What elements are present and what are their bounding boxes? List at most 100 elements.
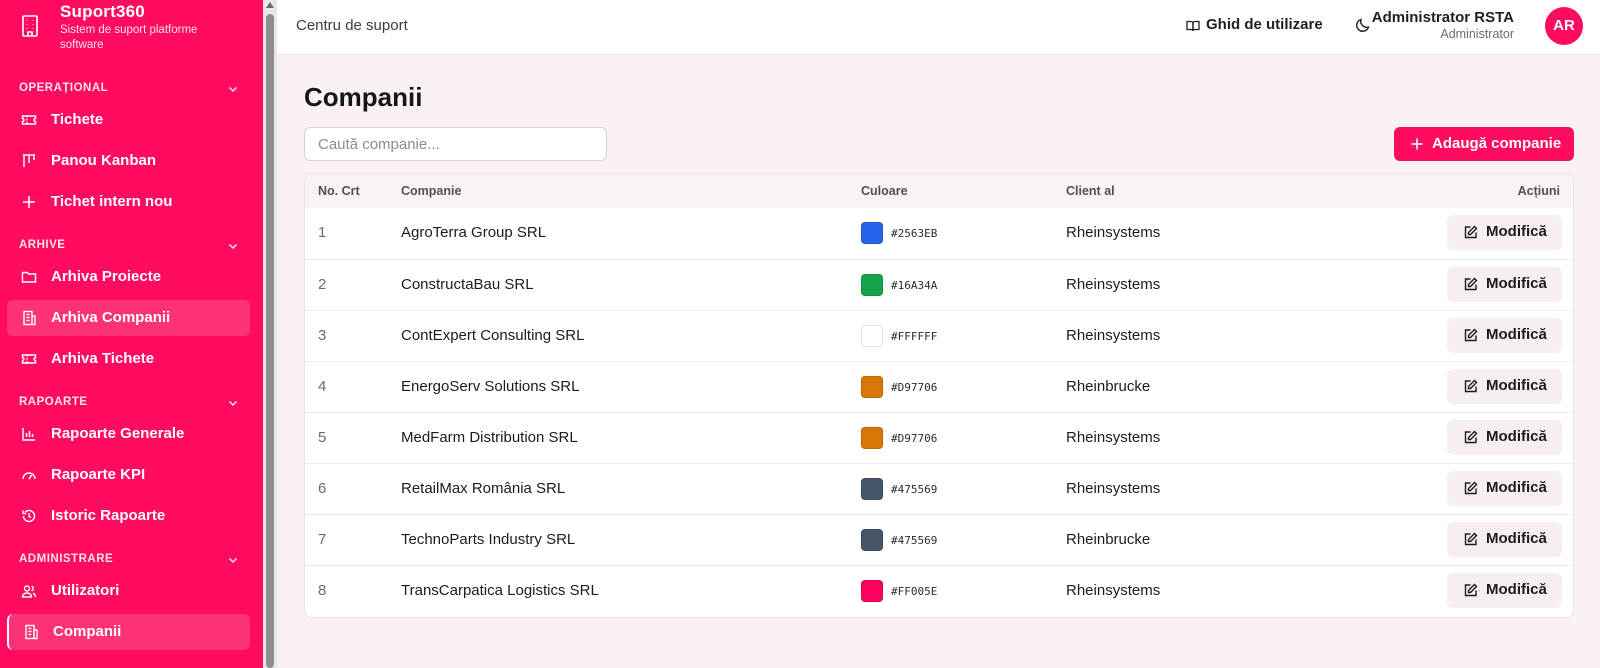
column-header-actions: Acțiuni	[1517, 184, 1560, 198]
users-icon	[21, 585, 37, 598]
client-name: Rheinbrucke	[1066, 378, 1151, 395]
edit-label: Modifică	[1486, 326, 1547, 343]
table-row: 6 RetailMax România SRL #475569 Rheinsystem…	[305, 463, 1573, 514]
plus-icon	[1411, 138, 1423, 150]
bar-chart-icon	[22, 428, 35, 441]
sidebar-item-label: Arhiva Companii	[51, 309, 171, 326]
color-swatch	[861, 529, 883, 551]
color-swatch	[861, 222, 883, 244]
row-number: 3	[318, 327, 327, 344]
edit-button[interactable]: Modifică	[1447, 522, 1562, 557]
edit-icon	[1464, 379, 1478, 393]
sidebar-item-label: Istoric Rapoarte	[51, 507, 166, 524]
edit-label: Modifică	[1486, 479, 1547, 496]
company-name: TechnoParts Industry SRL	[401, 531, 576, 548]
brand-title: Suport360	[60, 2, 145, 21]
edit-button[interactable]: Modifică	[1447, 267, 1562, 302]
edit-button[interactable]: Modifică	[1447, 369, 1562, 404]
color-hex: #D97706	[891, 381, 938, 394]
color-hex: #FFFFFF	[891, 330, 938, 343]
edit-icon	[1464, 532, 1478, 546]
table-row: 8 TransCarpatica Logistics SRL #FF005E Rhei…	[305, 565, 1573, 616]
page-title: Companii	[304, 82, 423, 112]
scroll-up-arrow-icon[interactable]	[266, 2, 274, 8]
sidebar-scrollbar[interactable]	[263, 0, 277, 668]
company-name: ContExpert Consulting SRL	[401, 327, 585, 344]
edit-icon	[1464, 225, 1478, 239]
section-operational[interactable]: OPERAȚIONAL	[19, 82, 239, 96]
row-number: 4	[318, 378, 327, 395]
edit-button[interactable]: Modifică	[1447, 471, 1562, 506]
sidebar-item-arhiva-proiecte[interactable]: Arhiva Proiecte	[7, 259, 250, 295]
section-label: RAPOARTE	[19, 396, 88, 408]
user-guide-label: Ghid de utilizare	[1206, 16, 1323, 33]
sidebar-item-label: Arhiva Tichete	[51, 350, 155, 367]
brand-subtitle: Sistem de suport platforme software	[60, 24, 198, 51]
color-hex: #FF005E	[891, 585, 938, 598]
client-name: Rheinsystems	[1066, 429, 1161, 446]
sidebar-item-utilizatori[interactable]: Utilizatori	[7, 573, 250, 609]
sidebar-item-tichete[interactable]: Tichete	[7, 102, 250, 138]
building-icon	[23, 310, 36, 326]
breadcrumb: Centru de suport	[296, 17, 408, 34]
search-input[interactable]	[304, 127, 607, 161]
row-number: 6	[318, 480, 327, 497]
sidebar-item-tichet-intern-nou[interactable]: Tichet intern nou	[7, 184, 250, 220]
gauge-icon	[22, 472, 36, 480]
edit-icon	[1464, 583, 1478, 597]
building-icon	[25, 624, 38, 640]
moon-icon[interactable]	[1354, 16, 1372, 34]
section-arhive[interactable]: ARHIVE	[19, 239, 239, 253]
color-swatch	[861, 325, 883, 347]
column-header-color[interactable]: Culoare	[861, 184, 908, 198]
sidebar-item-arhiva-tichete[interactable]: Arhiva Tichete	[7, 341, 250, 377]
sidebar-item-label: Utilizatori	[51, 582, 120, 599]
edit-button[interactable]: Modifică	[1447, 420, 1562, 455]
column-header-company[interactable]: Companie	[401, 184, 461, 198]
edit-button[interactable]: Modifică	[1447, 215, 1562, 250]
sidebar-item-rapoarte-kpi[interactable]: Rapoarte KPI	[7, 457, 250, 493]
row-number: 1	[318, 224, 327, 241]
client-name: Rheinsystems	[1066, 480, 1161, 497]
section-label: OPERAȚIONAL	[19, 82, 109, 94]
color-hex: #475569	[891, 534, 938, 547]
edit-button[interactable]: Modifică	[1447, 318, 1562, 353]
sidebar-item-arhiva-companii[interactable]: Arhiva Companii	[7, 300, 250, 336]
sidebar-item-panou-kanban[interactable]: Panou Kanban	[7, 143, 250, 179]
color-swatch	[861, 478, 883, 500]
section-label: ADMINISTRARE	[19, 553, 114, 565]
ticket-icon	[21, 354, 37, 364]
column-header-no[interactable]: No. Crt	[318, 184, 360, 198]
sidebar-item-istoric-rapoarte[interactable]: Istoric Rapoarte	[7, 498, 250, 534]
sidebar-item-label: Tichete	[51, 111, 104, 128]
client-name: Rheinsystems	[1066, 224, 1161, 241]
edit-icon	[1464, 430, 1478, 444]
edit-icon	[1464, 328, 1478, 342]
section-administrare[interactable]: ADMINISTRARE	[19, 553, 239, 567]
avatar[interactable]: AR	[1545, 7, 1583, 45]
edit-label: Modifică	[1486, 530, 1547, 547]
chevron-down-icon	[228, 86, 238, 93]
table-header: No. Crt Companie Culoare Client al Acțiu…	[305, 174, 1573, 208]
client-name: Rheinbrucke	[1066, 531, 1151, 548]
sidebar-item-rapoarte-generale[interactable]: Rapoarte Generale	[7, 416, 250, 452]
add-company-button[interactable]: Adaugă companie	[1394, 127, 1574, 161]
edit-label: Modifică	[1486, 428, 1547, 445]
edit-icon	[1464, 277, 1478, 291]
column-header-client[interactable]: Client al	[1066, 184, 1115, 198]
kanban-icon	[23, 154, 35, 167]
chevron-down-icon	[228, 557, 238, 564]
edit-label: Modifică	[1486, 377, 1547, 394]
brand[interactable]: Suport360 Sistem de suport platforme sof…	[0, 0, 263, 56]
sidebar-item-companii[interactable]: Companii	[7, 614, 250, 650]
scrollbar-thumb[interactable]	[266, 14, 274, 668]
user-name[interactable]: Administrator RSTA	[1372, 9, 1514, 26]
company-name: TransCarpatica Logistics SRL	[401, 582, 599, 599]
edit-button[interactable]: Modifică	[1447, 573, 1562, 608]
section-label: ARHIVE	[19, 239, 66, 251]
table-row: 3 ContExpert Consulting SRL #FFFFFF Rheinsy…	[305, 310, 1573, 361]
company-name: ConstructaBau SRL	[401, 276, 534, 293]
client-name: Rheinsystems	[1066, 327, 1161, 344]
company-name: AgroTerra Group SRL	[401, 224, 547, 241]
section-rapoarte[interactable]: RAPOARTE	[19, 396, 239, 410]
